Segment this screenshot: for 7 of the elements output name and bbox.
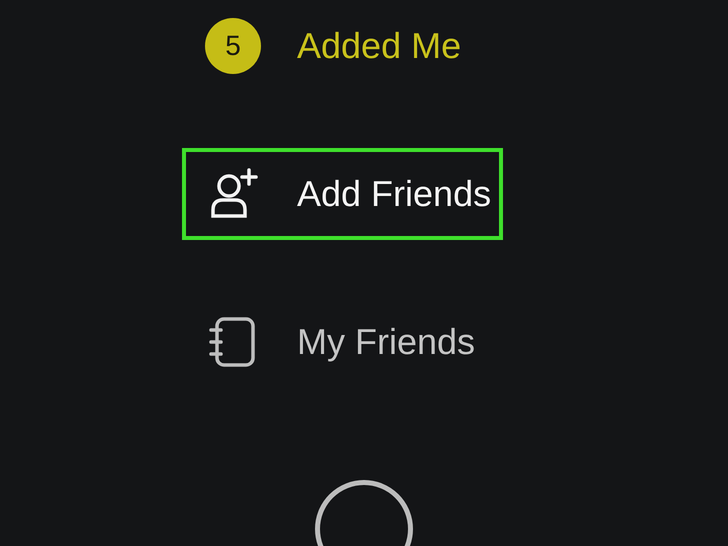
menu-item[interactable]: My Friends <box>182 296 488 388</box>
menu-item[interactable]: 5 Added Me <box>182 0 474 92</box>
menu-item[interactable]: Add Friends <box>182 148 504 240</box>
count-badge: 5 <box>205 18 261 74</box>
menu-label: Add Friends <box>297 173 492 215</box>
menu-label: My Friends <box>297 321 476 363</box>
menu-label: Added Me <box>297 25 462 67</box>
